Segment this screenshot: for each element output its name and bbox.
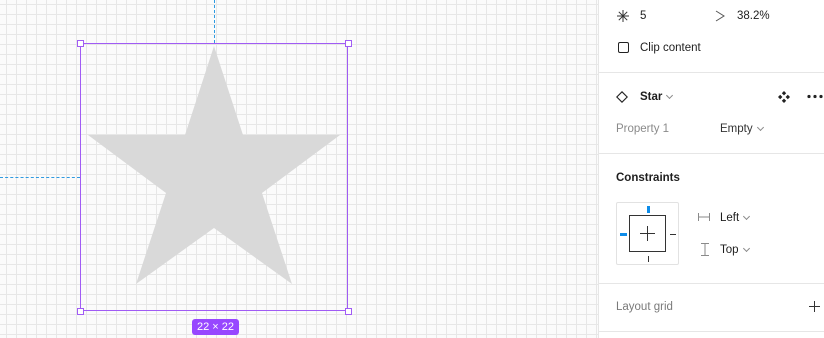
add-layout-grid-icon[interactable]	[809, 301, 820, 312]
constraint-left-active[interactable]	[620, 233, 627, 236]
constraint-right[interactable]	[670, 234, 676, 235]
divider	[599, 153, 824, 154]
vertical-guide-line	[214, 0, 215, 43]
more-options-icon[interactable]	[807, 94, 823, 99]
horizontal-guide-line	[0, 177, 80, 178]
constraint-inner-box	[629, 215, 666, 252]
component-name-dropdown[interactable]: Star	[640, 91, 674, 103]
design-canvas[interactable]: 22 × 22	[0, 0, 598, 338]
horizontal-constraint-dropdown[interactable]: Left	[720, 212, 751, 224]
divider	[599, 283, 824, 284]
chevron-down-icon	[743, 212, 751, 221]
divider	[599, 72, 824, 73]
chevron-down-icon	[742, 244, 750, 253]
resize-handle-bottom-right[interactable]	[345, 308, 352, 315]
resize-handle-top-left[interactable]	[77, 40, 84, 47]
star-points-icon	[617, 10, 629, 22]
constraint-bottom[interactable]	[648, 256, 649, 262]
property-label: Property 1	[616, 123, 670, 135]
vertical-constraint-icon	[701, 243, 709, 256]
ratio-icon	[715, 10, 725, 22]
ratio-value[interactable]: 38.2%	[737, 10, 770, 22]
constraint-top-active[interactable]	[647, 206, 650, 213]
constraints-title: Constraints	[616, 172, 680, 184]
go-to-main-component-icon[interactable]	[778, 91, 790, 103]
selection-frame[interactable]	[80, 43, 348, 311]
vertical-constraint-dropdown[interactable]: Top	[720, 244, 750, 256]
property-value: Empty	[720, 123, 753, 135]
constraint-widget[interactable]	[616, 202, 679, 265]
clip-content-label: Clip content	[640, 42, 701, 54]
chevron-down-icon	[756, 123, 764, 132]
vertical-constraint-value: Top	[720, 244, 739, 256]
component-instance-icon	[616, 91, 628, 103]
layout-grid-label: Layout grid	[616, 301, 673, 313]
resize-handle-top-right[interactable]	[345, 40, 352, 47]
chevron-down-icon	[666, 91, 674, 100]
divider	[599, 331, 824, 332]
star-points-value[interactable]: 5	[640, 10, 646, 22]
crosshair-bar	[640, 233, 655, 234]
horizontal-constraint-value: Left	[720, 212, 740, 224]
clip-content-checkbox[interactable]	[618, 42, 629, 53]
resize-handle-bottom-left[interactable]	[77, 308, 84, 315]
component-name: Star	[640, 91, 663, 103]
properties-panel: 5 38.2% Clip content Star Property 1 Emp…	[598, 0, 824, 338]
horizontal-constraint-icon	[698, 213, 710, 221]
property-value-dropdown[interactable]: Empty	[720, 123, 764, 135]
size-badge: 22 × 22	[192, 319, 240, 335]
